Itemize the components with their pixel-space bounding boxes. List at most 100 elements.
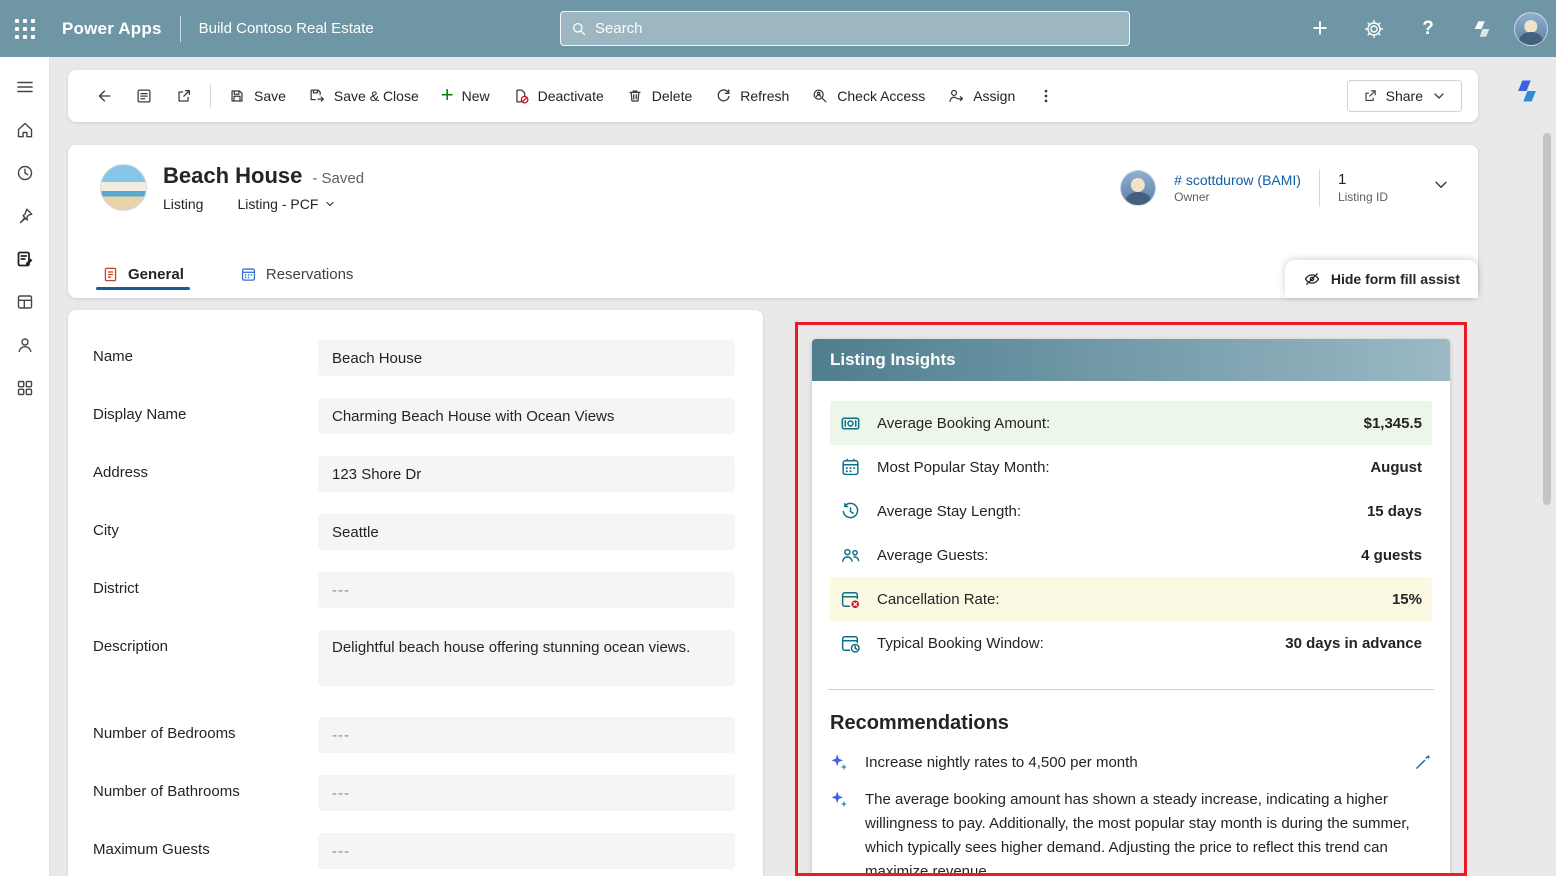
plus-icon: + [1312, 15, 1328, 42]
search-icon [571, 21, 587, 37]
scrollbar-thumb[interactable] [1543, 133, 1551, 505]
metric-row: Typical Booking Window:30 days in advanc… [830, 621, 1432, 665]
recommendation-text: The average booking amount has shown a s… [865, 788, 1432, 876]
account-avatar[interactable] [1514, 12, 1548, 46]
listing-id-value: 1 [1338, 171, 1388, 188]
listing-id-label: Listing ID [1338, 190, 1388, 204]
waffle-icon [15, 19, 35, 39]
back-arrow-icon [95, 87, 113, 105]
copilot-button[interactable] [1460, 7, 1504, 51]
popout-button[interactable] [164, 78, 204, 114]
more-commands-button[interactable] [1026, 78, 1066, 114]
metric-label: Most Popular Stay Month: [877, 459, 1050, 476]
tab-general-label: General [128, 266, 184, 283]
history-icon [840, 500, 864, 522]
share-button[interactable]: Share [1347, 80, 1462, 112]
form-selector[interactable]: Listing - PCF [237, 196, 336, 212]
field-row: Display NameCharming Beach House with Oc… [93, 398, 735, 434]
quick-create-button[interactable]: + [1298, 7, 1342, 51]
home-icon [15, 120, 35, 140]
field-label: Number of Bathrooms [93, 775, 318, 811]
search-input[interactable] [595, 20, 1119, 37]
form-selector-label: Listing - PCF [237, 196, 318, 212]
tab-reservations[interactable]: Reservations [238, 266, 356, 298]
search-box[interactable] [560, 11, 1130, 46]
save-button[interactable]: Save [217, 78, 297, 114]
owner-label: Owner [1174, 190, 1301, 204]
environment-name[interactable]: Build Contoso Real Estate [199, 20, 374, 37]
field-label: Name [93, 340, 318, 376]
check-access-button[interactable]: Check Access [800, 78, 936, 114]
recommendation-item: Increase nightly rates to 4,500 per mont… [830, 751, 1432, 776]
field-input[interactable]: --- [318, 717, 735, 753]
save-and-close-button[interactable]: Save & Close [297, 78, 430, 114]
field-input[interactable]: Delightful beach house offering stunning… [318, 630, 735, 686]
clock-icon [15, 163, 35, 183]
table-icon [15, 292, 35, 312]
metric-value: $1,345.5 [1364, 415, 1422, 432]
field-input[interactable]: --- [318, 572, 735, 608]
question-icon: ? [1422, 18, 1434, 40]
field-input[interactable]: 123 Shore Dr [318, 456, 735, 492]
hamburger-icon [15, 77, 35, 97]
metric-row: Average Guests:4 guests [830, 533, 1432, 577]
insights-title: Listing Insights [830, 350, 956, 370]
recommendations-title: Recommendations [830, 712, 1432, 735]
field-input[interactable]: --- [318, 833, 735, 869]
field-input[interactable]: Charming Beach House with Ocean Views [318, 398, 735, 434]
gear-icon [1364, 19, 1384, 39]
sitemap-toggle-button[interactable] [0, 65, 50, 108]
copilot-side-button[interactable] [1508, 72, 1546, 110]
deactivate-button[interactable]: Deactivate [501, 78, 615, 114]
recommendation-item: The average booking amount has shown a s… [830, 788, 1432, 876]
insights-metrics: Average Booking Amount:$1,345.5Most Popu… [812, 381, 1450, 665]
edit-wand-icon[interactable] [1414, 753, 1432, 776]
delete-label: Delete [652, 88, 692, 104]
rail-apps-button[interactable] [0, 366, 50, 409]
field-label: District [93, 572, 318, 608]
record-title: Beach House [163, 163, 302, 189]
rail-forms-button[interactable] [0, 237, 50, 280]
general-tab-icon [102, 266, 119, 283]
entity-name: Listing [163, 196, 203, 212]
money-icon [840, 412, 864, 434]
left-navigation-rail [0, 57, 50, 876]
tab-general[interactable]: General [100, 266, 186, 298]
rail-tables-button[interactable] [0, 280, 50, 323]
field-input[interactable]: Beach House [318, 340, 735, 376]
copilot-icon [1513, 77, 1541, 105]
people-icon [840, 544, 864, 566]
metric-row: Cancellation Rate:15% [830, 577, 1432, 621]
new-label: New [462, 88, 490, 104]
collapse-header-button[interactable] [1432, 176, 1450, 199]
record-image[interactable] [100, 164, 147, 211]
show-list-button[interactable] [124, 78, 164, 114]
field-input[interactable]: Seattle [318, 514, 735, 550]
hide-form-fill-assist-button[interactable]: Hide form fill assist [1285, 260, 1478, 298]
rail-home-button[interactable] [0, 108, 50, 151]
owner-avatar[interactable] [1120, 170, 1156, 206]
calendar-icon [840, 456, 864, 478]
rail-users-button[interactable] [0, 323, 50, 366]
app-name[interactable]: Power Apps [62, 19, 162, 39]
field-row: CitySeattle [93, 514, 735, 550]
new-button[interactable]: + New [430, 78, 501, 114]
form-fields: NameBeach House Display NameCharming Beac… [93, 340, 735, 869]
settings-button[interactable] [1352, 7, 1396, 51]
rail-pinned-button[interactable] [0, 194, 50, 237]
chevron-down-icon [324, 198, 336, 210]
app-launcher-button[interactable] [0, 0, 50, 57]
delete-button[interactable]: Delete [615, 78, 703, 114]
help-button[interactable]: ? [1406, 7, 1450, 51]
rail-recent-button[interactable] [0, 151, 50, 194]
owner-name-link[interactable]: # scottdurow (BAMI) [1174, 172, 1301, 188]
metric-value: August [1370, 459, 1422, 476]
back-button[interactable] [84, 78, 124, 114]
assign-button[interactable]: Assign [936, 78, 1026, 114]
metric-value: 15 days [1367, 503, 1422, 520]
insights-header: Listing Insights [812, 339, 1450, 381]
field-input[interactable]: --- [318, 775, 735, 811]
refresh-button[interactable]: Refresh [703, 78, 800, 114]
new-plus-icon: + [441, 84, 454, 106]
main-form: NameBeach House Display NameCharming Beac… [68, 310, 763, 876]
